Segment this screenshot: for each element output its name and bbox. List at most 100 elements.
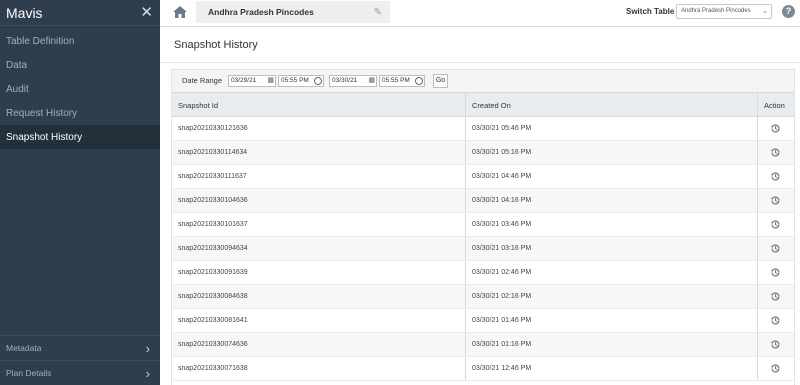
sidebar: Mavis ✕ Table Definition Data Audit Requ… — [0, 0, 160, 385]
from-time-input[interactable]: 05:55 PM — [278, 75, 324, 87]
created-on-cell: 03/30/21 04:16 PM — [472, 197, 532, 204]
sidebar-item-data[interactable]: Data — [0, 53, 160, 77]
restore-icon[interactable] — [770, 243, 781, 254]
snapshot-id-cell: snap20210330111637 — [178, 173, 247, 180]
created-on-cell: 03/30/21 03:46 PM — [472, 221, 532, 228]
date-range-label: Date Range — [182, 76, 223, 85]
date-range-filter: Date Range 03/29/21 ▦ 05:55 PM 03/30/21 … — [171, 69, 795, 92]
column-divider — [757, 333, 758, 356]
sidebar-item-label: Snapshot History — [6, 131, 83, 143]
column-header-created-on[interactable]: Created On — [472, 101, 511, 110]
column-divider — [465, 117, 466, 140]
table-row: snap20210330104636 03/30/21 04:16 PM — [172, 189, 794, 213]
divider — [160, 62, 800, 63]
calendar-icon[interactable]: ▦ — [267, 76, 274, 84]
sidebar-item-label: Audit — [6, 83, 29, 95]
sidebar-item-snapshot-history[interactable]: Snapshot History — [0, 125, 160, 149]
chevron-right-icon: › — [145, 365, 150, 381]
table-row: snap20210330071638 03/30/21 12:46 PM — [172, 357, 794, 381]
to-time-value: 05:55 PM — [382, 77, 410, 84]
pencil-icon[interactable]: ✎ — [374, 7, 382, 18]
table-header: Snapshot Id Created On Action — [172, 92, 794, 117]
snapshot-id-cell: snap20210330074636 — [178, 341, 248, 348]
to-date-input[interactable]: 03/30/21 ▦ — [329, 75, 377, 87]
table-row: snap20210330091639 03/30/21 02:46 PM — [172, 261, 794, 285]
column-divider — [465, 141, 466, 164]
column-header-action: Action — [764, 101, 785, 110]
table-row: snap20210330101637 03/30/21 03:46 PM — [172, 213, 794, 237]
column-header-snapshot-id[interactable]: Snapshot Id — [178, 101, 218, 110]
go-button[interactable]: Go — [433, 74, 448, 88]
restore-icon[interactable] — [770, 363, 781, 374]
created-on-cell: 03/30/21 05:46 PM — [472, 125, 532, 132]
snapshot-id-cell: snap20210330104636 — [178, 197, 248, 204]
restore-icon[interactable] — [770, 291, 781, 302]
column-divider — [757, 285, 758, 308]
column-divider — [465, 309, 466, 332]
restore-icon[interactable] — [770, 315, 781, 326]
sidebar-item-audit[interactable]: Audit — [0, 77, 160, 101]
switch-table-select[interactable]: Andhra Pradesh Pincodes ⌄ — [676, 4, 772, 19]
help-icon[interactable]: ? — [782, 5, 795, 18]
table-row: snap20210330114634 03/30/21 05:16 PM — [172, 141, 794, 165]
table-row: snap20210330081641 03/30/21 01:46 PM — [172, 309, 794, 333]
created-on-cell: 03/30/21 03:16 PM — [472, 245, 532, 252]
column-divider — [465, 189, 466, 212]
snapshot-id-cell: snap20210330094634 — [178, 245, 248, 252]
snapshot-id-cell: snap20210330091639 — [178, 269, 248, 276]
restore-icon[interactable] — [770, 123, 781, 134]
restore-icon[interactable] — [770, 147, 781, 158]
from-date-input[interactable]: 03/29/21 ▦ — [228, 75, 276, 87]
sidebar-item-plan-details[interactable]: Plan Details › — [0, 360, 160, 385]
created-on-cell: 03/30/21 02:46 PM — [472, 269, 532, 276]
close-icon[interactable]: ✕ — [140, 5, 153, 20]
current-table-name: Andhra Pradesh Pincodes — [208, 7, 314, 17]
column-divider — [757, 309, 758, 332]
sidebar-header: Mavis ✕ — [0, 0, 160, 26]
column-divider — [465, 165, 466, 188]
calendar-icon[interactable]: ▦ — [368, 76, 375, 84]
restore-icon[interactable] — [770, 339, 781, 350]
home-icon[interactable] — [172, 5, 188, 19]
column-divider — [757, 213, 758, 236]
created-on-cell: 03/30/21 01:16 PM — [472, 341, 532, 348]
sidebar-bottom: Metadata › Plan Details › — [0, 335, 160, 385]
snapshot-id-cell: snap20210330101637 — [178, 221, 248, 228]
snapshot-id-cell: snap20210330084638 — [178, 293, 248, 300]
snapshot-id-cell: snap20210330114634 — [178, 149, 248, 156]
restore-icon[interactable] — [770, 171, 781, 182]
chevron-right-icon: › — [145, 340, 150, 356]
sidebar-item-label: Table Definition — [6, 35, 75, 47]
table-row: snap20210330111637 03/30/21 04:46 PM — [172, 165, 794, 189]
column-divider — [465, 213, 466, 236]
app-title: Mavis — [6, 4, 43, 21]
table-row: snap20210330094634 03/30/21 03:16 PM — [172, 237, 794, 261]
table-body: snap20210330121636 03/30/21 05:46 PM snap2… — [172, 117, 794, 381]
restore-icon[interactable] — [770, 219, 781, 230]
clock-icon[interactable] — [415, 77, 423, 85]
column-divider — [757, 357, 758, 380]
sidebar-item-metadata[interactable]: Metadata › — [0, 335, 160, 360]
created-on-cell: 03/30/21 12:46 PM — [472, 365, 532, 372]
restore-icon[interactable] — [770, 267, 781, 278]
column-divider — [465, 93, 466, 116]
current-table-pill[interactable]: Andhra Pradesh Pincodes ✎ — [196, 1, 390, 23]
table-row: snap20210330121636 03/30/21 05:46 PM — [172, 117, 794, 141]
table-row: snap20210330084638 03/30/21 02:16 PM — [172, 285, 794, 309]
sidebar-item-table-definition[interactable]: Table Definition — [0, 29, 160, 53]
sidebar-item-label: Data — [6, 59, 28, 71]
snapshot-id-cell: snap20210330071638 — [178, 365, 248, 372]
column-divider — [757, 237, 758, 260]
sidebar-item-label: Metadata — [6, 343, 42, 353]
snapshot-id-cell: snap20210330121636 — [178, 125, 248, 132]
clock-icon[interactable] — [314, 77, 322, 85]
sidebar-item-request-history[interactable]: Request History — [0, 101, 160, 125]
created-on-cell: 03/30/21 01:46 PM — [472, 317, 532, 324]
restore-icon[interactable] — [770, 195, 781, 206]
to-time-input[interactable]: 05:55 PM — [379, 75, 425, 87]
column-divider — [465, 285, 466, 308]
column-divider — [465, 261, 466, 284]
snapshot-table: Snapshot Id Created On Action snap202103… — [171, 92, 795, 385]
table-row: snap20210330074636 03/30/21 01:16 PM — [172, 333, 794, 357]
top-bar: Andhra Pradesh Pincodes ✎ Switch Table A… — [160, 0, 800, 27]
